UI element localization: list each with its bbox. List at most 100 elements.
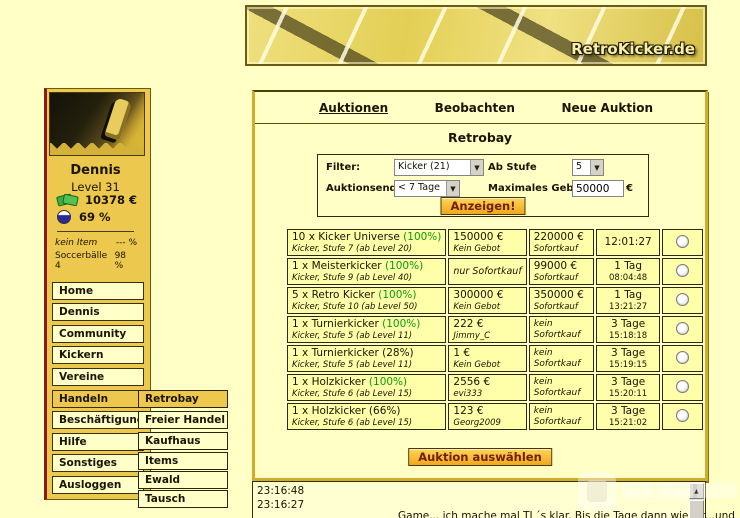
item-condition: (100%) (368, 376, 408, 388)
bid-sub: evi333 (453, 389, 483, 399)
time-remaining: 3 Tage (610, 376, 646, 388)
ende-select[interactable]: < 7 Tage ▼ (394, 180, 460, 197)
item-name: 5 x Retro Kicker (100%) (292, 289, 417, 301)
submenu-item-retrobay[interactable]: Retrobay (138, 390, 228, 408)
buy-value: 350000 € (533, 289, 584, 301)
time-remaining-sub: 15:19:15 (609, 360, 648, 370)
page: RetroKicker.de Dennis Level 31 10378 € 6… (0, 0, 740, 518)
item-description: Kicker, Stufe 5 (ab Level 11) (292, 360, 413, 370)
sidebar-item-hilfe[interactable]: Hilfe (52, 433, 144, 451)
bid-value: 300000 € (453, 289, 504, 301)
bid-sub: Kein Gebot (453, 302, 501, 312)
filter-label: Filter: (326, 162, 361, 173)
radio-button[interactable] (676, 380, 690, 393)
chevron-down-icon: ▼ (446, 181, 459, 196)
radio-button[interactable] (676, 409, 690, 422)
tab-beobachten[interactable]: Beobachten (435, 101, 515, 115)
chat-scrollbar[interactable]: ▲ (689, 483, 704, 518)
sidebar-item-kickern[interactable]: Kickern (52, 346, 144, 364)
sidebar-item-sonstiges[interactable]: Sonstiges (52, 454, 144, 472)
main-content: Auktionen Beobachten Neue Auktion Retrob… (252, 90, 708, 481)
radio-button[interactable] (676, 264, 690, 277)
sidebar-item-dennis[interactable]: Dennis (52, 303, 144, 321)
buy-sub: Sofortkauf (533, 358, 581, 369)
filter-panel: Filter: Kicker (21) ▼ Ab Stufe 5 ▼ Aukti… (317, 154, 649, 217)
item-description: Kicker, Stufe 6 (ab Level 15) (292, 418, 413, 428)
sidebar-item-home[interactable]: Home (52, 282, 144, 300)
buy-value: kein (533, 347, 553, 358)
buy-sub: Sofortkauf (533, 329, 581, 340)
energy-value: 69 % (79, 209, 111, 224)
bid-value: 123 € (453, 405, 484, 417)
stufe-select-value: 5 (576, 161, 583, 172)
energy-stat: 69 % (57, 209, 137, 224)
radio-button[interactable] (676, 351, 690, 364)
sidebar-item-community[interactable]: Community (52, 325, 144, 343)
tab-auktionen[interactable]: Auktionen (319, 101, 388, 115)
buy-value: kein (533, 405, 553, 416)
item-description: Kicker, Stufe 10 (ab Level 50) (292, 302, 418, 312)
submenu-item-tausch[interactable]: Tausch (138, 490, 228, 508)
item-condition: (66%) (368, 405, 401, 417)
chat-timestamp: 23:16:27 (257, 499, 305, 511)
filter-select[interactable]: Kicker (21) ▼ (394, 159, 484, 176)
buy-value: 99000 € (533, 260, 578, 272)
buy-value: kein (533, 376, 553, 387)
avatar-zigzag-decoration (50, 143, 144, 155)
item-condition: (28%) (382, 347, 414, 359)
item-condition: (100%) (403, 231, 442, 243)
submenu-item-kaufhaus[interactable]: Kaufhaus (138, 432, 228, 450)
buy-value: kein (533, 318, 553, 329)
sidebar-item-handeln[interactable]: Handeln (52, 390, 144, 408)
item-description: Kicker, Stufe 9 (ab Level 40) (292, 273, 413, 283)
scroll-up-icon[interactable]: ▲ (689, 483, 704, 499)
tab-bar: Auktionen Beobachten Neue Auktion (255, 92, 705, 124)
item-name: 1 x Meisterkicker (100%) (292, 260, 424, 272)
equipment-label: Soccerbälle 4 (55, 251, 108, 271)
item-name: 1 x Turnierkicker (100%) (292, 318, 421, 330)
tab-neue-auktion[interactable]: Neue Auktion (562, 101, 654, 115)
submenu-item-freier-handel[interactable]: Freier Handel (138, 411, 228, 429)
equipment-value: 98 % (114, 251, 127, 271)
submenu-item-items[interactable]: Items (138, 452, 228, 470)
table-row: 5 x Retro Kicker (100%) Kicker, Stufe 10… (287, 287, 703, 314)
anzeigen-button[interactable]: Anzeigen! (440, 197, 526, 215)
bid-sub: Kein Gebot (453, 360, 501, 370)
sidebar-item-beschaeftigung[interactable]: Beschäftigung (52, 411, 144, 429)
radio-button[interactable] (676, 322, 690, 335)
submenu-item-ewald[interactable]: Ewald (138, 471, 228, 489)
bid-value: 222 € (453, 318, 484, 330)
stufe-select[interactable]: 5 ▼ (572, 159, 604, 176)
auktion-auswaehlen-button[interactable]: Auktion auswählen (408, 448, 552, 466)
item-condition: (100%) (382, 318, 421, 330)
radio-button[interactable] (676, 293, 690, 306)
buy-sub: Sofortkauf (533, 273, 578, 283)
item-name: 10 x Kicker Universe (100%) (292, 231, 442, 243)
radio-button[interactable] (676, 235, 690, 248)
bid-value: nur Sofortkauf (453, 266, 522, 277)
chat-timestamp: 23:16:48 (257, 485, 305, 497)
money-stat: 10378 € (56, 192, 138, 207)
table-row: 1 x Holzkicker (66%) Kicker, Stufe 6 (ab… (287, 403, 703, 430)
buy-sub: Sofortkauf (533, 387, 581, 398)
table-row: 1 x Turnierkicker (100%) Kicker, Stufe 5… (287, 316, 703, 343)
item-name: 1 x Holzkicker (100%) (292, 376, 408, 388)
scrollbar-thumb[interactable] (689, 500, 704, 518)
chevron-down-icon: ▼ (470, 160, 483, 175)
money-value: 10378 € (85, 192, 138, 207)
table-row: 1 x Holzkicker (100%) Kicker, Stufe 6 (a… (287, 374, 703, 401)
player-avatar (49, 92, 145, 156)
currency-label: € (626, 183, 633, 194)
item-description: Kicker, Stufe 6 (ab Level 15) (292, 389, 413, 399)
bid-value: 150000 € (453, 231, 504, 243)
sidebar-item-ausloggen[interactable]: Ausloggen (52, 476, 144, 494)
time-remaining: 1 Tag (614, 260, 642, 272)
time-remaining: 12:01:27 (604, 236, 652, 248)
buy-sub: Sofortkauf (533, 244, 578, 254)
player-name: Dennis (70, 163, 121, 178)
time-remaining-sub: 08:04:48 (609, 273, 648, 283)
bid-sub: Georg2009 (453, 418, 501, 428)
gebot-input[interactable] (572, 180, 624, 197)
sidebar-item-vereine[interactable]: Vereine (52, 368, 144, 386)
filter-select-value: Kicker (21) (398, 161, 450, 172)
